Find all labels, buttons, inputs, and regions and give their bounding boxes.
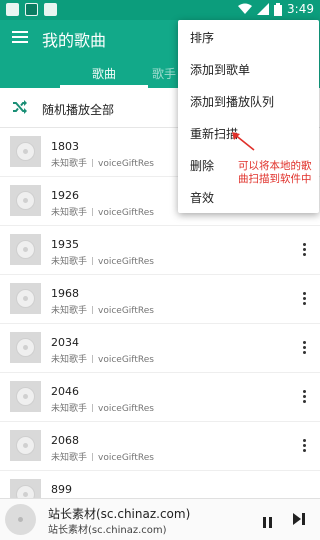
song-album: voiceGiftRes	[98, 306, 154, 316]
song-artist: 未知歌手	[51, 355, 88, 365]
song-subtitle: 未知歌手 voiceGiftRes	[51, 450, 154, 463]
skip-next-icon[interactable]	[293, 513, 305, 525]
status-left-icons	[6, 3, 57, 16]
song-title: 899	[51, 483, 72, 496]
song-subtitle: 未知歌手 voiceGiftRes	[51, 205, 154, 218]
song-album: voiceGiftRes	[98, 453, 154, 463]
song-list-item[interactable]: 2034 未知歌手 voiceGiftRes	[0, 324, 320, 373]
menu-item-add-to-queue[interactable]: 添加到播放队列	[190, 93, 274, 110]
song-subtitle: 未知歌手 voiceGiftRes	[51, 303, 154, 316]
menu-item-delete[interactable]: 删除	[190, 157, 214, 174]
more-options-icon[interactable]	[296, 388, 312, 406]
annotation-arrow-icon	[232, 132, 255, 151]
wifi-icon	[238, 3, 253, 14]
shuffle-all-label: 随机播放全部	[42, 103, 115, 117]
song-title: 1935	[51, 238, 79, 251]
song-artist: 未知歌手	[51, 453, 88, 463]
song-artist: 未知歌手	[51, 306, 88, 316]
tab-artists[interactable]: 歌手	[152, 65, 176, 82]
player-album-cover	[5, 504, 36, 535]
song-title: 2068	[51, 434, 79, 447]
more-options-icon[interactable]	[296, 339, 312, 357]
song-subtitle: 未知歌手 voiceGiftRes	[51, 254, 154, 267]
song-list-item[interactable]: 2068 未知歌手 voiceGiftRes	[0, 422, 320, 471]
hamburger-menu-icon[interactable]	[12, 29, 28, 45]
song-album: voiceGiftRes	[98, 404, 154, 414]
page-title: 我的歌曲	[42, 31, 107, 50]
song-artist: 未知歌手	[51, 404, 88, 414]
song-list-item[interactable]: 2046 未知歌手 voiceGiftRes	[0, 373, 320, 422]
song-title: 1926	[51, 189, 79, 202]
notification-square-icon	[6, 3, 19, 16]
song-album: voiceGiftRes	[98, 159, 154, 169]
song-title: 2034	[51, 336, 79, 349]
album-cover	[10, 430, 41, 461]
song-artist: 未知歌手	[51, 208, 88, 218]
menu-item-sound-effects[interactable]: 音效	[190, 189, 214, 206]
status-right-icons: 3:49	[238, 2, 314, 16]
album-cover	[10, 185, 41, 216]
song-album: voiceGiftRes	[98, 208, 154, 218]
pause-icon[interactable]	[263, 513, 275, 528]
song-title: 1968	[51, 287, 79, 300]
annotation-text: 可以将本地的歌曲扫描到软件中	[238, 160, 312, 185]
notification-square-icon	[44, 3, 57, 16]
song-album: voiceGiftRes	[98, 355, 154, 365]
album-cover	[10, 136, 41, 167]
player-title: 站长素材(sc.chinaz.com)	[48, 507, 191, 521]
status-bar: 3:49	[0, 0, 320, 20]
song-subtitle: 未知歌手 voiceGiftRes	[51, 401, 154, 414]
battery-icon	[274, 2, 283, 16]
song-title: 2046	[51, 385, 79, 398]
mini-player[interactable]: 站长素材(sc.chinaz.com) 站长素材(sc.chinaz.com)	[0, 498, 320, 540]
tab-songs[interactable]: 歌曲	[92, 65, 116, 82]
song-artist: 未知歌手	[51, 257, 88, 267]
song-subtitle: 未知歌手 voiceGiftRes	[51, 156, 154, 169]
shuffle-icon	[13, 100, 27, 114]
more-options-icon[interactable]	[296, 437, 312, 455]
signal-icon	[257, 3, 270, 15]
album-cover	[10, 381, 41, 412]
album-cover	[10, 332, 41, 363]
player-artist: 站长素材(sc.chinaz.com)	[48, 525, 167, 536]
song-list-item[interactable]: 1968 未知歌手 voiceGiftRes	[0, 275, 320, 324]
image-icon	[25, 3, 38, 16]
menu-item-add-to-playlist[interactable]: 添加到歌单	[190, 61, 250, 78]
more-options-icon[interactable]	[296, 290, 312, 308]
song-album: voiceGiftRes	[98, 257, 154, 267]
more-options-icon[interactable]	[296, 241, 312, 259]
album-cover	[10, 234, 41, 265]
song-artist: 未知歌手	[51, 159, 88, 169]
album-cover	[10, 283, 41, 314]
menu-item-sort[interactable]: 排序	[190, 29, 214, 46]
song-title: 1803	[51, 140, 79, 153]
song-subtitle: 未知歌手 voiceGiftRes	[51, 352, 154, 365]
status-time: 3:49	[287, 2, 314, 16]
song-list-item[interactable]: 1935 未知歌手 voiceGiftRes	[0, 226, 320, 275]
